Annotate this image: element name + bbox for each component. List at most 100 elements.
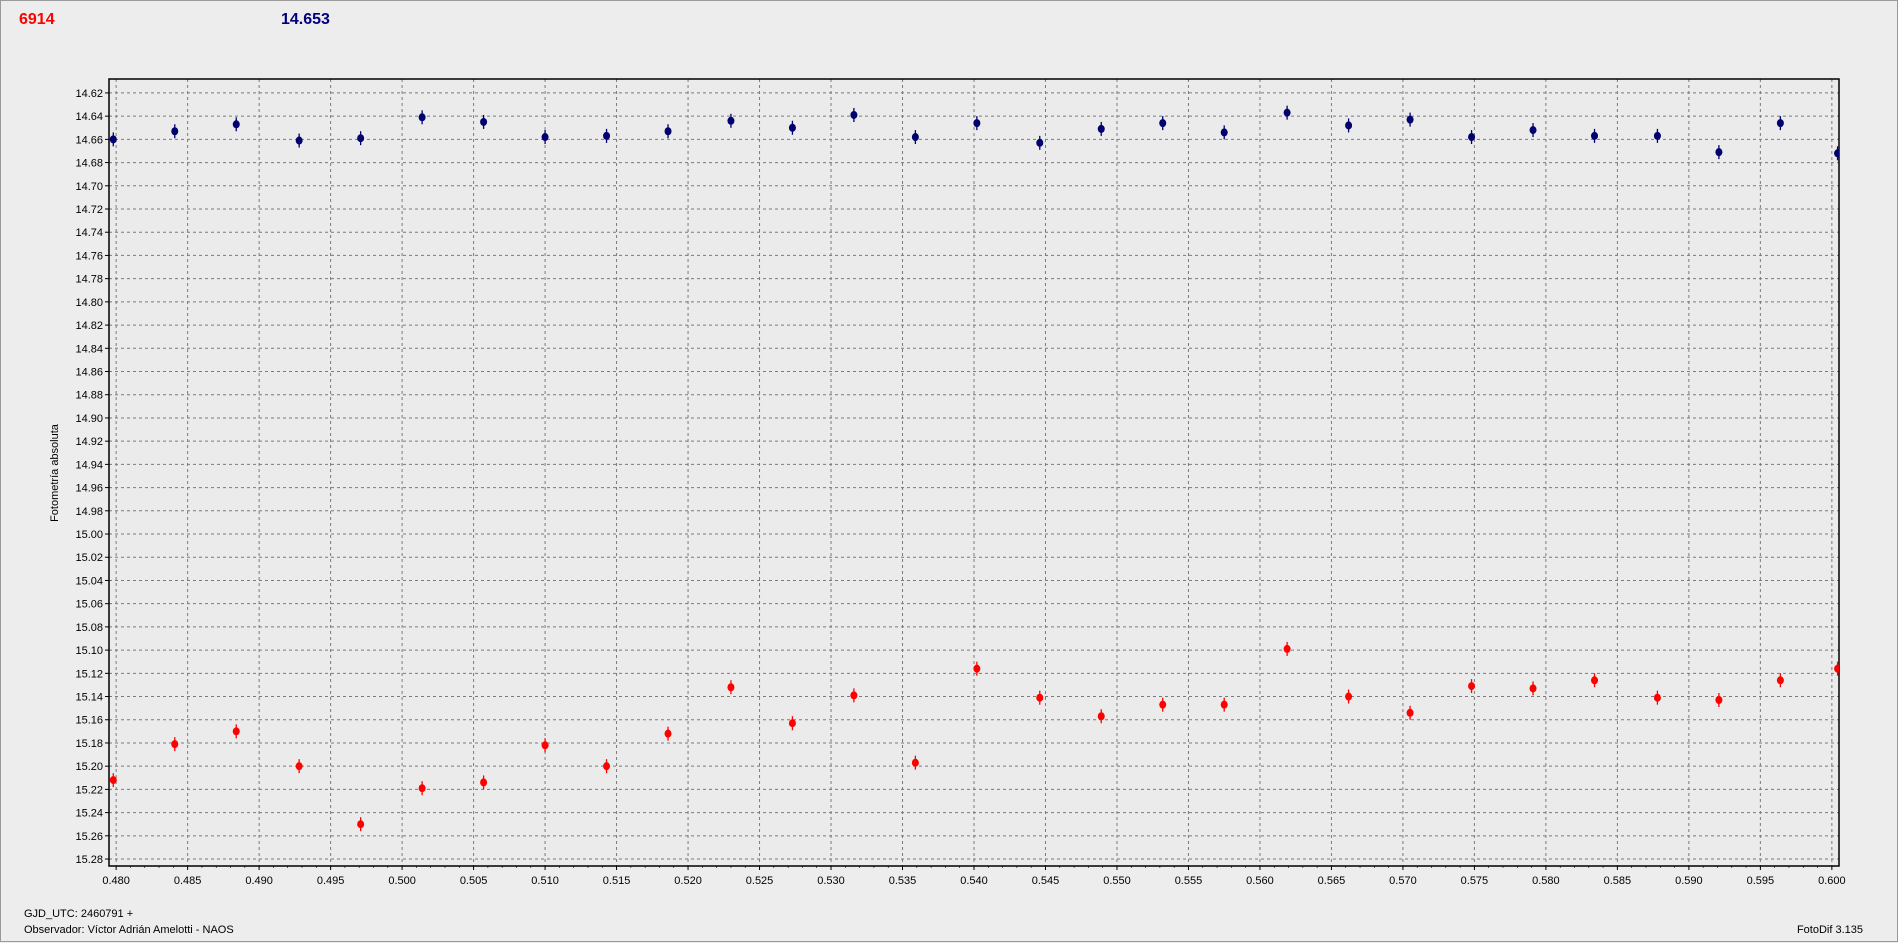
point-marker [1283, 108, 1291, 117]
point-marker [1036, 138, 1044, 147]
point-marker [1715, 148, 1723, 157]
point-marker [850, 110, 858, 119]
gjd-label: GJD_UTC: 2460791 + [24, 908, 134, 920]
x-tick-label: 0.500 [388, 875, 416, 887]
point-marker [109, 135, 117, 144]
x-tick-label: 0.480 [102, 875, 130, 887]
y-tick-label: 14.96 [75, 483, 103, 495]
point-marker [1468, 133, 1476, 142]
point-marker [664, 729, 672, 738]
point-marker [1406, 115, 1414, 124]
point-marker [664, 127, 672, 136]
x-tick-label: 0.580 [1532, 875, 1560, 887]
y-tick-label: 14.72 [75, 204, 103, 216]
x-tick-label: 0.550 [1103, 875, 1131, 887]
x-tick-label: 0.540 [960, 875, 988, 887]
app-window: 6914 14.653 0.480 0.485 0.490 0.495 0.500 0.5… [0, 0, 1898, 942]
point-marker [357, 820, 365, 829]
y-tick-label: 15.18 [75, 738, 103, 750]
point-marker [1834, 664, 1839, 673]
y-tick-label: 14.90 [75, 413, 103, 425]
point-marker [973, 664, 981, 673]
y-tick-label: 14.80 [75, 297, 103, 309]
x-tick-label: 0.595 [1747, 875, 1775, 887]
point-marker [1097, 124, 1105, 133]
x-tick-label: 0.535 [889, 875, 917, 887]
photometry-chart[interactable]: 0.480 0.485 0.490 0.495 0.500 0.505 0.510 0.515… [1, 1, 1898, 943]
point-marker [1345, 692, 1353, 701]
point-marker [1036, 693, 1044, 702]
y-tick-label: 15.04 [75, 575, 103, 587]
y-tick-label: 15.10 [75, 645, 103, 657]
y-tick-label: 14.92 [75, 436, 103, 448]
point-marker [1159, 700, 1167, 709]
x-tick-label: 0.560 [1246, 875, 1274, 887]
point-marker [171, 740, 179, 749]
point-marker [911, 133, 919, 142]
y-tick-label: 14.78 [75, 274, 103, 286]
app-version-label: FotoDif 3.135 [1796, 924, 1863, 936]
point-marker [480, 117, 488, 126]
point-marker [1468, 682, 1476, 691]
point-marker [418, 784, 426, 793]
point-marker [1283, 644, 1291, 653]
y-tick-label: 15.02 [75, 552, 103, 564]
point-marker [541, 741, 549, 750]
y-tick-label: 14.82 [75, 320, 103, 332]
x-tick-label: 0.600 [1818, 875, 1846, 887]
point-marker [418, 113, 426, 122]
x-tick-label: 0.495 [317, 875, 345, 887]
plot-area: 0.480 0.485 0.490 0.495 0.500 0.505 0.510 0.515… [75, 78, 1846, 887]
observer-label: Observador: Víctor Adrián Amelotti - NAO… [24, 924, 234, 936]
point-marker [541, 133, 549, 142]
point-marker [788, 719, 796, 728]
x-tick-label: 0.530 [817, 875, 845, 887]
point-marker [171, 127, 179, 136]
point-marker [1715, 696, 1723, 705]
y-tick-label: 14.84 [75, 343, 103, 355]
y-tick-label: 15.14 [75, 692, 103, 704]
x-tick-label: 0.565 [1318, 875, 1346, 887]
y-tick-label: 14.62 [75, 88, 103, 100]
x-tick-label: 0.510 [531, 875, 559, 887]
point-marker [1653, 131, 1661, 140]
point-marker [232, 727, 240, 736]
x-tick-label: 0.555 [1175, 875, 1203, 887]
y-tick-label: 14.88 [75, 390, 103, 402]
y-tick-label: 14.86 [75, 367, 103, 379]
y-tick-label: 14.94 [75, 459, 103, 471]
y-tick-label: 15.08 [75, 622, 103, 634]
point-marker [911, 758, 919, 767]
y-tick-label: 14.70 [75, 181, 103, 193]
y-tick-label: 14.66 [75, 134, 103, 146]
x-tick-label: 0.505 [460, 875, 488, 887]
point-marker [295, 762, 303, 771]
y-tick-label: 14.68 [75, 158, 103, 170]
point-marker [788, 123, 796, 132]
x-tick-label: 0.485 [174, 875, 202, 887]
y-tick-label: 15.28 [75, 854, 103, 866]
point-marker [1406, 708, 1414, 717]
x-tick-label: 0.515 [603, 875, 631, 887]
y-tick-label: 15.26 [75, 831, 103, 843]
point-marker [850, 691, 858, 700]
point-marker [603, 131, 611, 140]
point-marker [727, 116, 735, 125]
x-tick-label: 0.585 [1604, 875, 1632, 887]
x-tick-label: 0.575 [1461, 875, 1489, 887]
point-marker [232, 120, 240, 129]
point-marker [295, 136, 303, 145]
point-marker [1097, 712, 1105, 721]
y-axis-label: Fotometría absoluta [49, 424, 61, 522]
point-marker [1529, 126, 1537, 135]
x-tick-label: 0.490 [245, 875, 273, 887]
point-marker [1345, 121, 1353, 130]
x-tick-label: 0.590 [1675, 875, 1703, 887]
point-marker [109, 776, 117, 785]
y-tick-label: 15.22 [75, 784, 103, 796]
y-tick-label: 15.24 [75, 808, 103, 820]
x-tick-label: 0.525 [746, 875, 774, 887]
y-tick-label: 15.20 [75, 761, 103, 773]
x-tick-label: 0.520 [674, 875, 702, 887]
point-marker [357, 134, 365, 143]
